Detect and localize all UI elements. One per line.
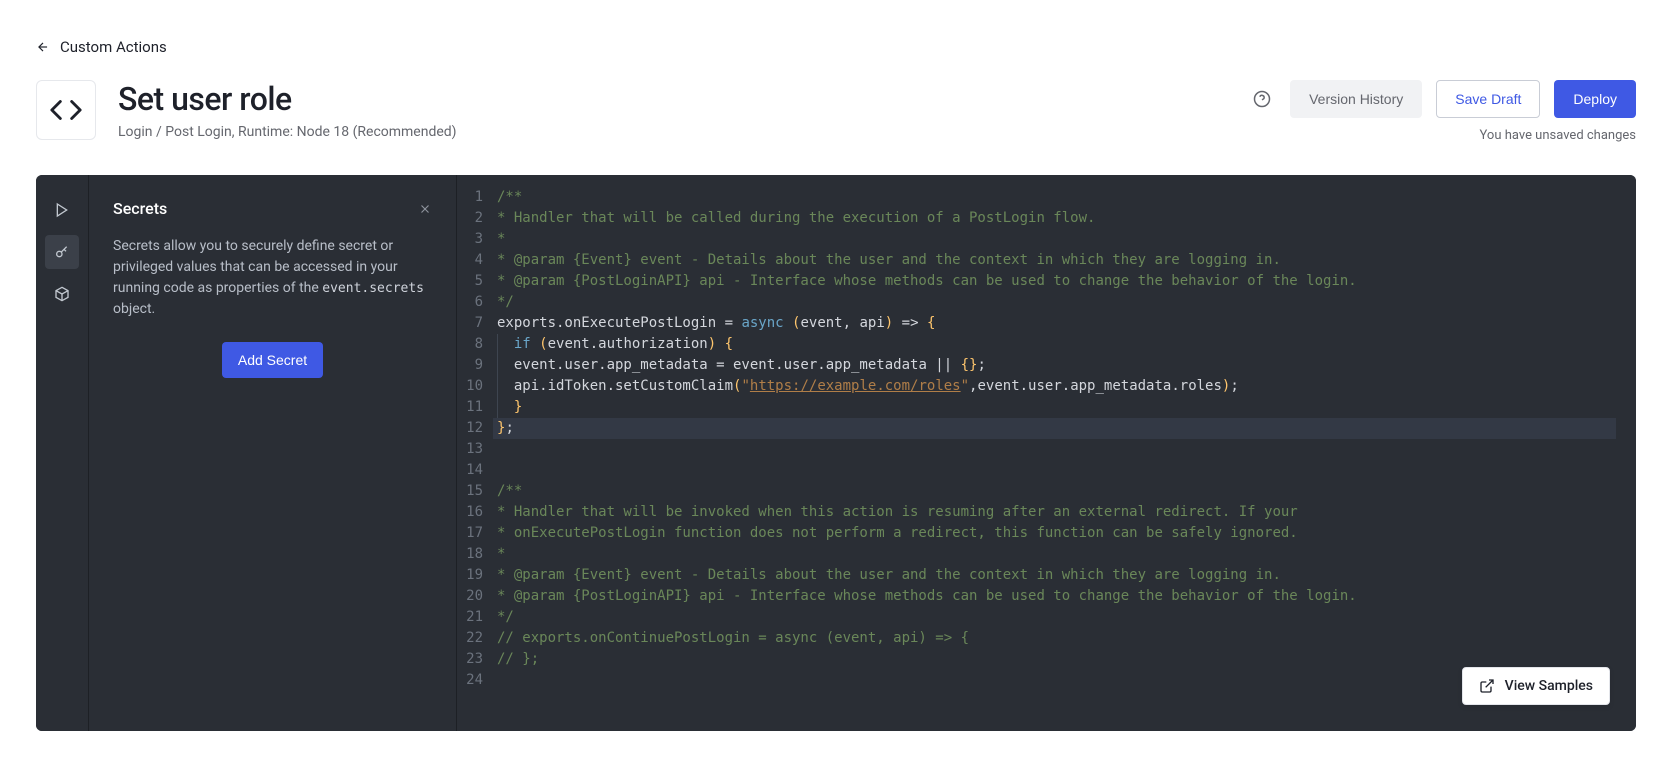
- page-title: Set user role: [118, 80, 457, 118]
- panel-description: Secrets allow you to securely define sec…: [113, 236, 432, 320]
- code-line[interactable]: /**: [493, 481, 1616, 502]
- code-line[interactable]: // };: [493, 649, 1616, 670]
- view-samples-button[interactable]: View Samples: [1462, 667, 1610, 705]
- code-line[interactable]: */: [493, 607, 1616, 628]
- version-history-button[interactable]: Version History: [1290, 80, 1422, 118]
- code-editor[interactable]: 123456789101112131415161718192021222324 …: [457, 175, 1636, 731]
- line-gutter: 123456789101112131415161718192021222324: [457, 187, 493, 731]
- editor-container: Secrets Secrets allow you to securely de…: [36, 175, 1636, 731]
- save-draft-button[interactable]: Save Draft: [1436, 80, 1540, 118]
- code-line[interactable]: api.idToken.setCustomClaim("https://exam…: [493, 376, 1616, 397]
- page-subtitle: Login / Post Login, Runtime: Node 18 (Re…: [118, 124, 457, 140]
- back-arrow-icon[interactable]: [36, 40, 50, 54]
- rail-key-icon[interactable]: [45, 235, 79, 269]
- close-icon[interactable]: [418, 202, 432, 216]
- code-line[interactable]: * Handler that will be called during the…: [493, 208, 1616, 229]
- code-line[interactable]: // exports.onContinuePostLogin = async (…: [493, 628, 1616, 649]
- code-line[interactable]: event.user.app_metadata = event.user.app…: [493, 355, 1616, 376]
- breadcrumb: Custom Actions: [0, 0, 1672, 56]
- code-line[interactable]: [493, 439, 1616, 460]
- code-line[interactable]: /**: [493, 187, 1616, 208]
- breadcrumb-link[interactable]: Custom Actions: [60, 38, 167, 56]
- side-rail: [36, 175, 89, 731]
- code-icon: [36, 80, 96, 140]
- rail-package-icon[interactable]: [45, 277, 79, 311]
- code-line[interactable]: * onExecutePostLogin function does not p…: [493, 523, 1616, 544]
- code-line[interactable]: [493, 460, 1616, 481]
- add-secret-button[interactable]: Add Secret: [222, 342, 323, 378]
- external-link-icon: [1479, 678, 1495, 694]
- code-line[interactable]: * @param {Event} event - Details about t…: [493, 250, 1616, 271]
- unsaved-indicator: You have unsaved changes: [1480, 128, 1636, 143]
- help-icon[interactable]: [1248, 85, 1276, 113]
- code-line[interactable]: [493, 670, 1616, 691]
- code-line[interactable]: }: [493, 397, 1616, 418]
- code-line[interactable]: *: [493, 229, 1616, 250]
- code-line[interactable]: * @param {Event} event - Details about t…: [493, 565, 1616, 586]
- code-line[interactable]: * Handler that will be invoked when this…: [493, 502, 1616, 523]
- code-line[interactable]: * @param {PostLoginAPI} api - Interface …: [493, 586, 1616, 607]
- deploy-button[interactable]: Deploy: [1554, 80, 1636, 118]
- secrets-panel: Secrets Secrets allow you to securely de…: [89, 175, 457, 731]
- code-lines[interactable]: /*** Handler that will be called during …: [493, 187, 1636, 731]
- page-header: Set user role Login / Post Login, Runtim…: [0, 56, 1672, 143]
- rail-play-icon[interactable]: [45, 193, 79, 227]
- code-line[interactable]: *: [493, 544, 1616, 565]
- view-samples-label: View Samples: [1505, 678, 1593, 694]
- code-line[interactable]: if (event.authorization) {: [493, 334, 1616, 355]
- code-line[interactable]: };: [493, 418, 1616, 439]
- code-line[interactable]: * @param {PostLoginAPI} api - Interface …: [493, 271, 1616, 292]
- panel-title: Secrets: [113, 199, 167, 218]
- code-line[interactable]: exports.onExecutePostLogin = async (even…: [493, 313, 1616, 334]
- code-line[interactable]: */: [493, 292, 1616, 313]
